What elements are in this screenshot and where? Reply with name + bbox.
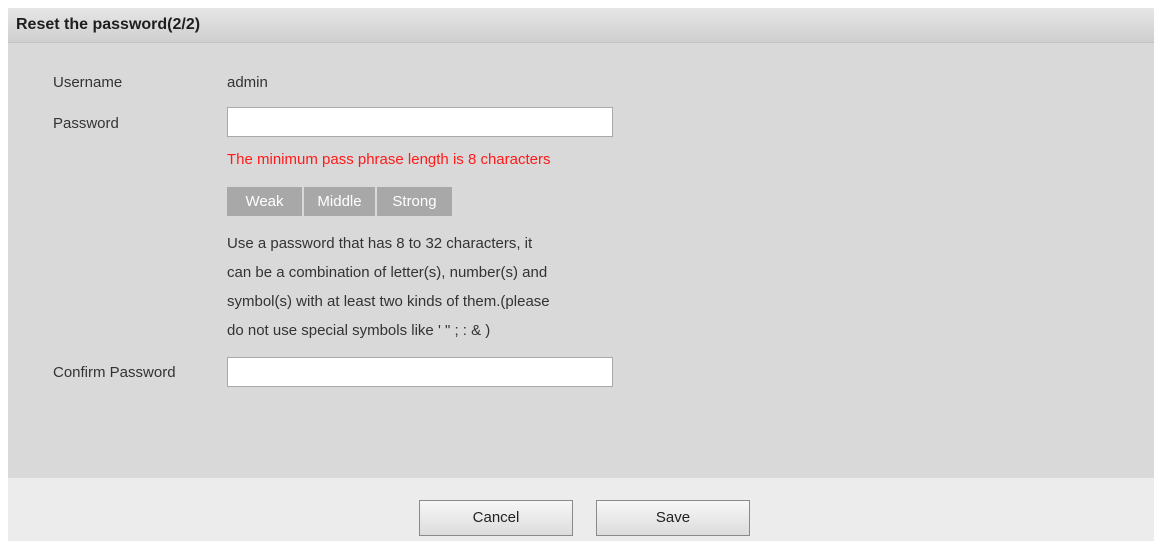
dialog-footer: Cancel Save: [8, 478, 1154, 541]
confirm-password-input[interactable]: [227, 357, 613, 387]
save-button[interactable]: Save: [596, 500, 750, 536]
reset-password-dialog: Reset the password(2/2) Username admin P…: [8, 8, 1154, 541]
confirm-password-label: Confirm Password: [53, 364, 176, 381]
strength-weak: Weak: [227, 187, 302, 216]
dialog-title-bar: Reset the password(2/2): [8, 8, 1154, 43]
password-hint-line: can be a combination of letter(s), numbe…: [227, 264, 548, 281]
strength-strong: Strong: [377, 187, 452, 216]
strength-middle: Middle: [304, 187, 375, 216]
password-strength-meter: Weak Middle Strong: [227, 187, 452, 216]
password-hint-line: do not use special symbols like ' " ; : …: [227, 322, 491, 339]
username-value: admin: [227, 74, 268, 91]
password-error-message: The minimum pass phrase length is 8 char…: [227, 151, 551, 168]
password-hint-line: symbol(s) with at least two kinds of the…: [227, 293, 550, 310]
password-label: Password: [53, 115, 119, 132]
username-label: Username: [53, 74, 123, 91]
cancel-button[interactable]: Cancel: [419, 500, 573, 536]
password-hint-line: Use a password that has 8 to 32 characte…: [227, 235, 533, 252]
password-hint: Use a password that has 8 to 32 characte…: [227, 229, 627, 345]
password-input[interactable]: [227, 107, 613, 137]
dialog-title: Reset the password(2/2): [16, 16, 201, 33]
